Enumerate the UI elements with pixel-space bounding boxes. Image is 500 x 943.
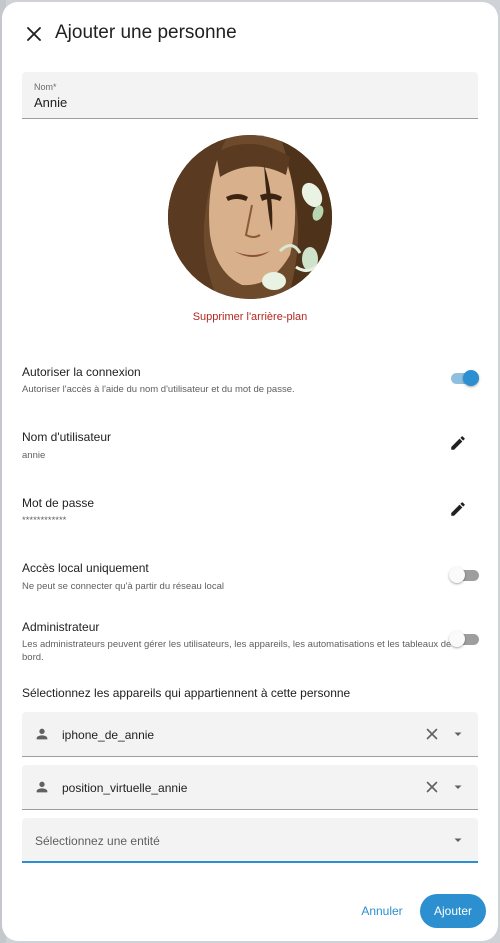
add-button[interactable]: Ajouter: [420, 894, 486, 928]
name-field-label: Nom*: [34, 82, 57, 92]
toggle-thumb: [449, 567, 465, 583]
devices-heading: Sélectionnez les appareils qui appartien…: [22, 686, 351, 700]
toggle-thumb: [449, 631, 465, 647]
clear-icon[interactable]: [424, 726, 440, 742]
password-title: Mot de passe: [22, 496, 95, 510]
avatar[interactable]: [168, 135, 332, 299]
username-title: Nom d'utilisateur: [22, 430, 111, 444]
entity-picker[interactable]: Sélectionnez une entité: [22, 818, 478, 863]
close-button[interactable]: [20, 20, 48, 48]
name-field[interactable]: Nom* Annie: [22, 72, 478, 119]
close-icon: [27, 27, 41, 41]
pencil-icon: [451, 436, 465, 450]
allow-login-subtitle: Autoriser l'accès à l'aide du nom d'util…: [22, 384, 295, 395]
device-picker-2[interactable]: position_virtuelle_annie: [22, 765, 478, 810]
add-person-dialog: Ajouter une personne Nom* Annie Supprime…: [2, 2, 498, 941]
local-only-title: Accès local uniquement: [22, 561, 149, 575]
device-name: iphone_de_annie: [62, 728, 155, 742]
local-only-toggle[interactable]: [449, 565, 479, 585]
clear-icon[interactable]: [424, 779, 440, 795]
entity-picker-placeholder: Sélectionnez une entité: [35, 834, 160, 848]
remove-background-link[interactable]: Supprimer l'arrière-plan: [2, 311, 498, 323]
password-value: ************: [22, 515, 67, 526]
dialog-title: Ajouter une personne: [55, 22, 237, 43]
device-name: position_virtuelle_annie: [62, 781, 188, 795]
cancel-button[interactable]: Annuler: [350, 895, 414, 927]
dropdown-arrow-icon[interactable]: [450, 726, 466, 742]
username-value: annie: [22, 450, 46, 461]
pencil-icon: [451, 502, 465, 516]
admin-title: Administrateur: [22, 620, 100, 634]
admin-toggle[interactable]: [449, 629, 479, 649]
person-icon: [36, 728, 48, 740]
toggle-thumb: [463, 370, 479, 386]
allow-login-toggle[interactable]: [449, 368, 479, 388]
allow-login-title: Autoriser la connexion: [22, 365, 141, 379]
dropdown-arrow-icon[interactable]: [450, 832, 466, 848]
admin-subtitle: Les administrateurs peuvent gérer les ut…: [22, 639, 452, 663]
local-only-subtitle: Ne peut se connecter qu'à partir du rése…: [22, 581, 224, 592]
edit-username-button[interactable]: [446, 431, 470, 455]
device-picker-1[interactable]: iphone_de_annie: [22, 712, 478, 757]
name-field-value: Annie: [34, 95, 68, 110]
avatar-photo: [168, 135, 332, 299]
dropdown-arrow-icon[interactable]: [450, 779, 466, 795]
person-icon: [36, 781, 48, 793]
edit-password-button[interactable]: [446, 497, 470, 521]
